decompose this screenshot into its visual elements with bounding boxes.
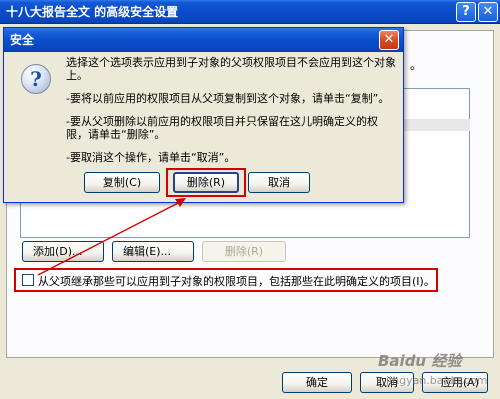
help-button[interactable]: ? (456, 2, 476, 22)
ok-button[interactable]: 确定 (282, 372, 352, 393)
question-icon: ? (21, 64, 51, 94)
window-titlebar: 十八大报告全文 的高级安全设置 (0, 0, 500, 24)
watermark-url: jingyan.baidu.com (386, 374, 488, 387)
message-intro: 选择这个选项表示应用到子对象的父项权限项目不会应用到这个对象上。 (66, 56, 396, 82)
baidu-jingyan-watermark: Baidu 经验 jingyan.baidu.com (378, 350, 496, 396)
edit-permission-button[interactable]: 编辑(E)... (112, 241, 194, 262)
dialog-message: 选择这个选项表示应用到子对象的父项权限项目不会应用到这个对象上。 -要将以前应用… (66, 56, 396, 164)
delete-button[interactable]: 删除(R) (173, 172, 239, 193)
message-delete-option: -要从父项删除以前应用的权限项目并只保留在这儿明确定义的权限，请单击“删除”。 (66, 115, 378, 141)
security-dialog: 安全 ✕ ? 选择这个选项表示应用到子对象的父项权限项目不会应用到这个对象上。 … (3, 27, 404, 203)
inherit-permissions-highlight: 从父项继承那些可以应用到子对象的权限项目，包括那些在此明确定义的项目(I)。 (14, 268, 438, 292)
copy-button[interactable]: 复制(C) (84, 172, 160, 193)
inherit-permissions-label[interactable]: 从父项继承那些可以应用到子对象的权限项目，包括那些在此明确定义的项目(I)。 (38, 273, 435, 289)
inherit-permissions-checkbox[interactable] (22, 274, 34, 286)
watermark-title: Baidu 经验 (378, 352, 462, 370)
remove-permission-button[interactable]: 删除(R) (202, 241, 286, 262)
dialog-titlebar: 安全 (4, 28, 403, 52)
window-close-button[interactable]: ✕ (478, 2, 498, 22)
message-copy-option: -要将以前应用的权限项目从父项复制到这个对象，请单击“复制”。 (66, 92, 390, 105)
add-permission-button[interactable]: 添加(D)... (22, 241, 104, 262)
dialog-cancel-button[interactable]: 取消 (248, 172, 310, 193)
window-title: 十八大报告全文 的高级安全设置 (6, 5, 179, 19)
description-text-fragment: 。 (410, 58, 423, 72)
message-cancel-option: -要取消这个操作，请单击“取消”。 (66, 151, 236, 164)
dialog-close-button[interactable]: ✕ (379, 30, 399, 50)
list-item[interactable] (404, 119, 470, 131)
dialog-title: 安全 (10, 33, 35, 47)
